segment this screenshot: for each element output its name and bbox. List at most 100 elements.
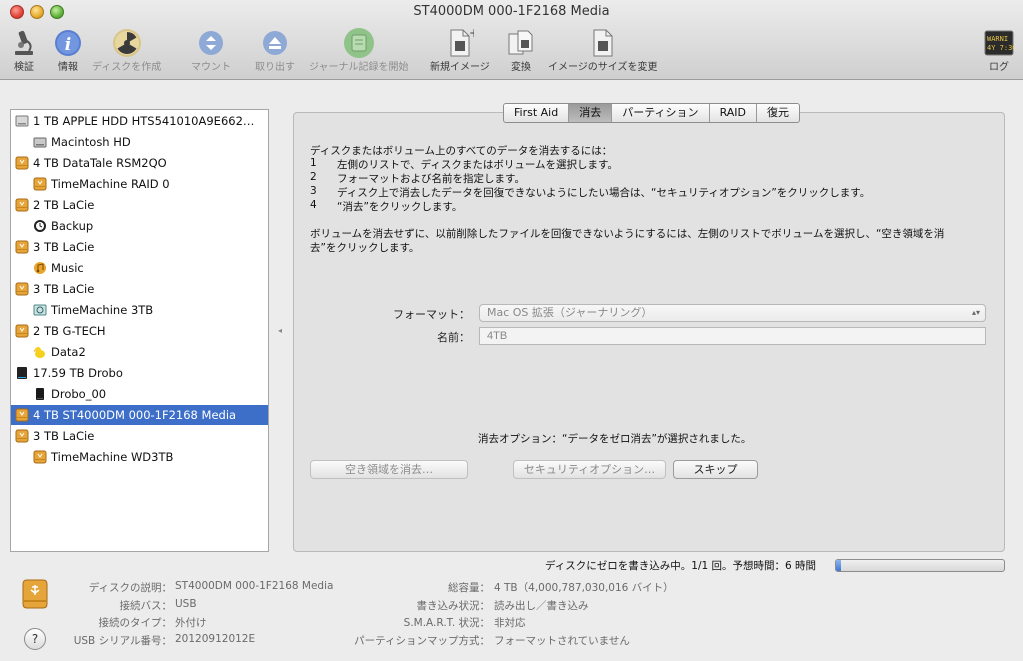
external-disk-icon [15, 429, 29, 443]
connection-type-value: 外付け [175, 617, 207, 629]
verify-label: 検証 [14, 62, 34, 73]
name-field[interactable] [479, 327, 986, 345]
step-text: 左側のリストで、ディスクまたはボリュームを選択します。 [337, 159, 618, 171]
tab-erase[interactable]: 消去 [568, 104, 612, 122]
list-item-label: 3 TB LaCie [33, 282, 95, 296]
svg-text:i: i [65, 35, 71, 55]
progress-fill [836, 560, 842, 571]
serial-value: 20120912012E [175, 633, 256, 645]
burn-tool-button[interactable]: ディスクを作成 [92, 28, 161, 73]
drobo-disk-icon [15, 366, 29, 380]
convert-label: 変換 [511, 62, 531, 73]
format-value: Mac OS 拡張（ジャーナリング） [487, 306, 653, 319]
erase-free-space-button[interactable]: 空き領域を消去… [310, 460, 468, 479]
log-icon-text-1: WARNI [987, 35, 1008, 43]
eject-icon [259, 28, 291, 58]
microscope-icon [8, 28, 40, 58]
instructions-title: ディスクまたはボリューム上のすべてのデータを消去するには： [310, 145, 613, 157]
internal-volume-icon [33, 135, 47, 149]
volume-list-item[interactable]: Macintosh HD [11, 132, 268, 152]
disk-list-item[interactable]: 3 TB LaCie [11, 426, 268, 446]
external-disk-icon [15, 156, 29, 170]
list-item-label: 3 TB LaCie [33, 429, 95, 443]
write-status-value: 読み出し／書き込み [494, 600, 589, 612]
mount-tool-button[interactable]: マウント [191, 28, 231, 73]
resize-image-tool-button[interactable]: イメージのサイズを変更 [548, 28, 658, 73]
list-item-label: TimeMachine WD3TB [51, 450, 174, 464]
help-button[interactable]: ? [24, 628, 46, 650]
disk-list-item[interactable]: 1 TB APPLE HDD HTS541010A9E662… [11, 111, 268, 131]
list-item-label: Data2 [51, 345, 86, 359]
volume-list-item[interactable]: TimeMachine RAID 0 [11, 174, 268, 194]
description-label: ディスクの説明： [88, 582, 172, 594]
backup-volume-icon [33, 219, 47, 233]
drobo-volume-icon [33, 387, 47, 401]
journal-tool-button[interactable]: ジャーナル記録を開始 [309, 28, 409, 73]
popup-arrows-icon: ▴▾ [971, 308, 980, 317]
volume-list-item[interactable]: Data2 [11, 342, 268, 362]
info-label: 情報 [58, 62, 78, 73]
description-value: ST4000DM 000-1F2168 Media [175, 580, 334, 592]
step-number: 3 [310, 185, 317, 197]
format-label: フォーマット： [393, 308, 470, 321]
resize-image-label: イメージのサイズを変更 [548, 62, 658, 73]
disk-list-item[interactable]: 17.59 TB Drobo [11, 363, 268, 383]
volume-list-item[interactable]: Music [11, 258, 268, 278]
eject-tool-button[interactable]: 取り出す [255, 28, 295, 73]
new-image-tool-button[interactable]: + 新規イメージ [430, 28, 490, 73]
free-space-note-line-1: ボリュームを消去せずに、以前削除したファイルを回復できないようにするには、左側の… [310, 228, 945, 240]
volume-list-item[interactable]: TimeMachine WD3TB [11, 447, 268, 467]
partition-map-label: パーティションマップ方式： [354, 635, 490, 647]
security-options-button[interactable]: セキュリティオプション… [513, 460, 666, 479]
disk-list-item[interactable]: 4 TB DataTale RSM2QO [11, 153, 268, 173]
disk-list-item[interactable]: 2 TB G-TECH [11, 321, 268, 341]
disk-list-item[interactable]: 3 TB LaCie [11, 279, 268, 299]
timemachine-volume-icon [33, 303, 47, 317]
step-text: フォーマットおよび名前を指定します。 [337, 173, 525, 185]
instruction-step-3: 3 ディスク上で消去したデータを回復できないようにしたい場合は、“セキュリティオプ… [310, 185, 870, 199]
list-item-label: 3 TB LaCie [33, 240, 95, 254]
info-tool-button[interactable]: i 情報 [52, 28, 84, 73]
list-item-label: 17.59 TB Drobo [33, 366, 123, 380]
verify-tool-button[interactable]: 検証 [8, 28, 40, 73]
convert-tool-button[interactable]: 変換 [505, 28, 537, 73]
progress-bar [835, 559, 1005, 572]
free-space-note-line-2: 去”をクリックします。 [310, 242, 420, 254]
tab-first-aid[interactable]: First Aid [504, 104, 568, 122]
instruction-step-4: 4 “消去”をクリックします。 [310, 199, 462, 213]
name-label: 名前： [437, 331, 470, 344]
step-text: ディスク上で消去したデータを回復できないようにしたい場合は、“セキュリティオプシ… [337, 187, 871, 199]
list-item-label: 1 TB APPLE HDD HTS541010A9E662… [33, 114, 255, 128]
volume-list-item[interactable]: TimeMachine 3TB [11, 300, 268, 320]
volume-list-item[interactable]: Drobo_00 [11, 384, 268, 404]
list-item-label: TimeMachine RAID 0 [51, 177, 170, 191]
new-image-icon: + [444, 28, 476, 58]
external-disk-icon [15, 408, 29, 422]
radiation-icon [111, 28, 143, 58]
log-tool-button[interactable]: WARNI 4Y 7:36 ログ [983, 28, 1015, 73]
disk-list[interactable]: 1 TB APPLE HDD HTS541010A9E662… Macintosh… [10, 109, 269, 552]
splitter-handle[interactable]: ◂ [278, 326, 282, 335]
window-title: ST4000DM 000-1F2168 Media [413, 4, 610, 19]
smart-value: 非対応 [494, 617, 526, 629]
duck-volume-icon [33, 345, 47, 359]
mount-label: マウント [191, 62, 231, 73]
progress-status: ディスクにゼロを書き込み中。1/1 回。予想時間：6 時間 [545, 560, 817, 572]
list-item-label: Macintosh HD [51, 135, 131, 149]
tab-restore[interactable]: 復元 [756, 104, 799, 122]
tab-raid[interactable]: RAID [708, 104, 756, 122]
disk-list-item[interactable]: 3 TB LaCie [11, 237, 268, 257]
step-text: “消去”をクリックします。 [337, 201, 463, 213]
internal-disk-icon [15, 114, 29, 128]
skip-button[interactable]: スキップ [673, 460, 758, 479]
log-icon-text-2: 4Y 7:36 [987, 44, 1014, 52]
disk-list-item[interactable]: 4 TB ST4000DM 000-1F2168 Media [11, 405, 268, 425]
external-volume-icon [33, 177, 47, 191]
smart-label: S.M.A.R.T. 状況： [403, 617, 490, 629]
tab-partition[interactable]: パーティション [611, 104, 708, 122]
disk-list-item[interactable]: 2 TB LaCie [11, 195, 268, 215]
list-item-label: Backup [51, 219, 94, 233]
format-popup[interactable]: Mac OS 拡張（ジャーナリング） ▴▾ [479, 304, 986, 322]
volume-list-item[interactable]: Backup [11, 216, 268, 236]
step-number: 4 [310, 199, 317, 211]
